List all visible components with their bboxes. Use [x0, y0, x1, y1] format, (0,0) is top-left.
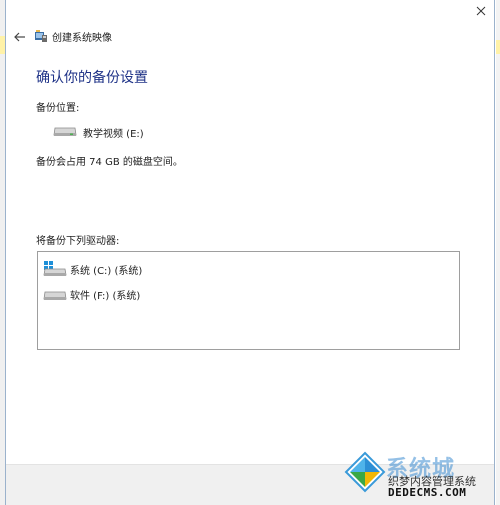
drives-list[interactable]: 系统 (C:) (系统) 软件 (F:) (系统): [37, 251, 460, 350]
background-window-right: [496, 0, 500, 505]
drives-label: 将备份下列驱动器:: [36, 236, 120, 247]
drive-icon: [43, 291, 67, 300]
background-highlight-right: [496, 40, 500, 54]
watermark: 系统城 织梦内容管理系统 DEDECMS.COM: [344, 451, 494, 501]
window-title: 创建系统映像: [52, 33, 112, 44]
drive-icon: [53, 127, 77, 136]
watermark-site: DEDECMS.COM: [388, 486, 467, 499]
backup-location-value: 教学视频 (E:): [83, 129, 144, 140]
system-image-icon: [34, 28, 48, 42]
windows-drive-icon: [43, 261, 67, 276]
drive-label: 软件 (F:) (系统): [70, 291, 141, 302]
back-button[interactable]: [12, 29, 28, 43]
backup-location-label: 备份位置:: [36, 103, 80, 114]
create-system-image-dialog: 创建系统映像 确认你的备份设置 备份位置: 教学视频 (E:) 备份会占用 74…: [5, 0, 495, 505]
list-item[interactable]: 系统 (C:) (系统): [42, 260, 242, 278]
watermark-logo-icon: [344, 451, 386, 493]
drive-label: 系统 (C:) (系统): [70, 266, 143, 277]
page-heading: 确认你的备份设置: [36, 70, 148, 86]
backup-size-text: 备份会占用 74 GB 的磁盘空间。: [36, 157, 183, 168]
close-icon: [476, 6, 486, 16]
title-bar: [6, 0, 494, 30]
close-button[interactable]: [474, 4, 488, 18]
list-item[interactable]: 软件 (F:) (系统): [42, 285, 242, 303]
back-arrow-icon: [14, 32, 25, 42]
